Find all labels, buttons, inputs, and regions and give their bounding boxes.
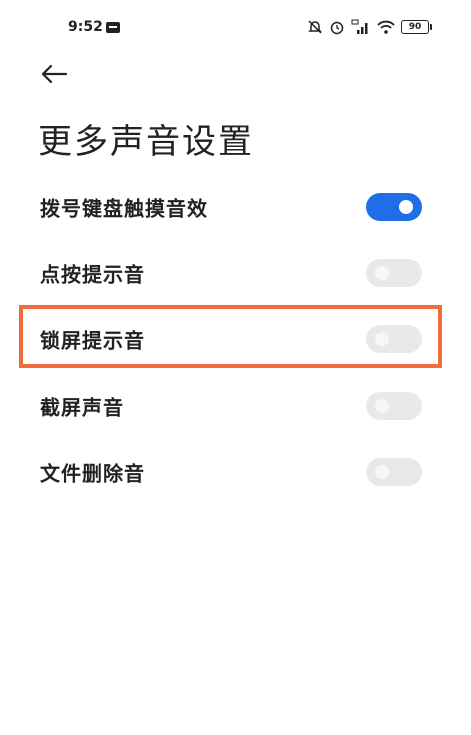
setting-row-screenshot-sound[interactable]: 截屏声音 [0,376,471,436]
hd-signal-icon [351,19,368,34]
page-title: 更多声音设置 [38,122,254,162]
status-bar: 9:52 90 [0,0,471,56]
alarm-icon [330,21,344,35]
toggle-knob [375,399,389,413]
toggle-knob [375,332,389,346]
arrow-left-icon [41,64,68,84]
status-time: 9:52 [68,19,103,35]
setting-label: 截屏声音 [40,395,124,420]
toggle-knob [399,200,413,214]
back-button[interactable] [38,60,70,88]
setting-row-file-delete-sound[interactable]: 文件删除音 [0,442,471,502]
screenshot-sound-toggle[interactable] [366,392,422,420]
notifications-off-icon [308,20,322,34]
toggle-knob [375,465,389,479]
setting-label: 拨号键盘触摸音效 [40,196,208,221]
setting-row-tap-sound[interactable]: 点按提示音 [0,243,471,303]
message-icon [106,22,120,33]
setting-row-lock-screen-sound[interactable]: 锁屏提示音 [0,309,471,369]
setting-label: 文件删除音 [40,461,145,486]
tap-sound-toggle[interactable] [366,259,422,287]
toggle-knob [375,266,389,280]
dialpad-touch-sound-toggle[interactable] [366,193,422,221]
status-icons: 90 [307,18,432,36]
file-delete-sound-toggle[interactable] [366,458,422,486]
setting-label: 锁屏提示音 [40,328,145,353]
setting-label: 点按提示音 [40,262,145,287]
lock-screen-sound-toggle[interactable] [366,325,422,353]
wifi-icon [377,20,395,34]
battery-icon: 90 [401,20,432,34]
setting-row-dialpad-touch-sound[interactable]: 拨号键盘触摸音效 [0,177,471,237]
